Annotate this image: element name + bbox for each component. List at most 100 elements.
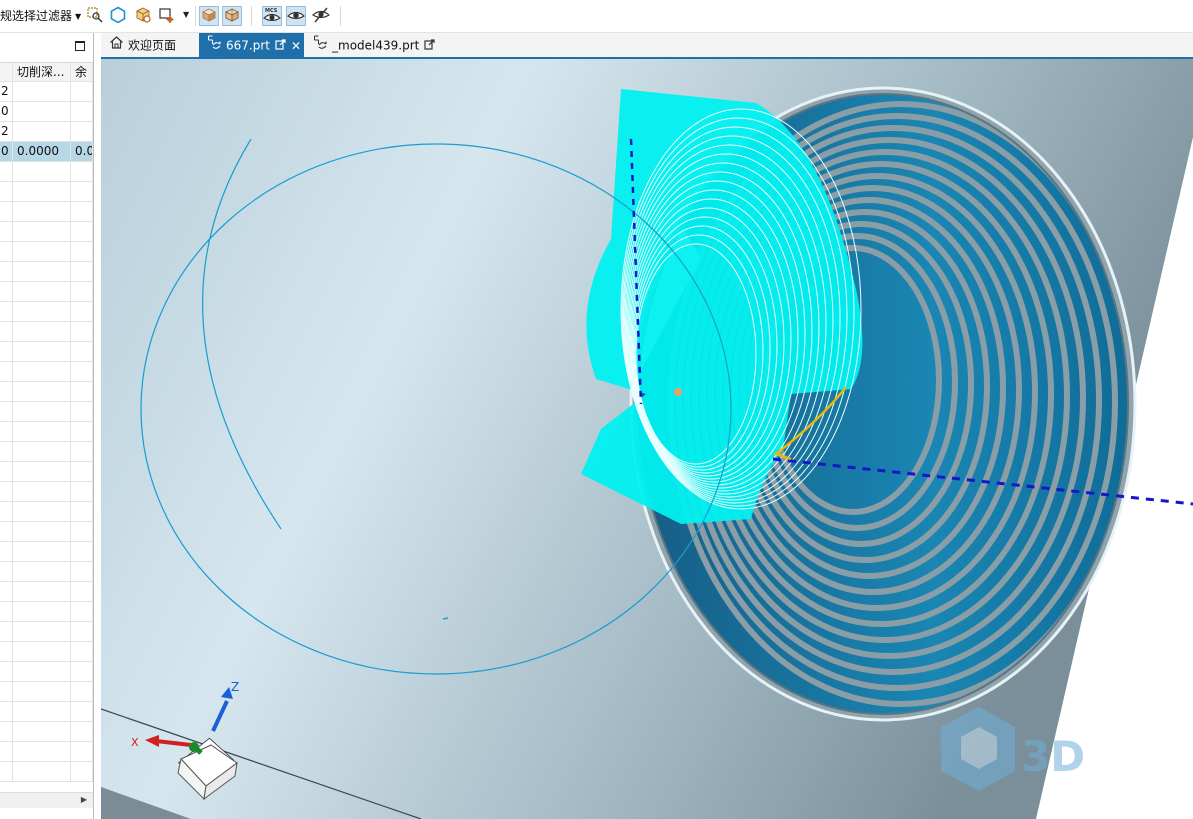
table-cell: 0.0 bbox=[71, 142, 93, 161]
table-row-empty bbox=[0, 302, 93, 322]
maximize-icon[interactable] bbox=[75, 41, 85, 51]
table-row-empty bbox=[0, 602, 93, 622]
table-cell bbox=[13, 342, 71, 361]
table-cell bbox=[0, 382, 13, 401]
face-hexagon-icon bbox=[109, 6, 127, 27]
table-cell bbox=[71, 422, 93, 441]
table-cell bbox=[71, 82, 93, 101]
table-row[interactable]: 2 bbox=[0, 82, 93, 102]
table-cell bbox=[0, 582, 13, 601]
table-cell bbox=[0, 342, 13, 361]
table-cell bbox=[0, 742, 13, 761]
table-cell bbox=[0, 262, 13, 281]
scroll-right-icon[interactable]: ▶ bbox=[81, 795, 87, 804]
table-row-empty bbox=[0, 762, 93, 782]
table-cell bbox=[13, 422, 71, 441]
svg-text:MCS: MCS bbox=[265, 8, 278, 14]
table-cell bbox=[0, 222, 13, 241]
tab-model439-prt[interactable]: _model439.prt bbox=[305, 33, 445, 57]
table-row-empty bbox=[0, 702, 93, 722]
axis-label-x: X bbox=[131, 736, 139, 749]
table-cell bbox=[0, 182, 13, 201]
table-row[interactable]: 0 bbox=[0, 102, 93, 122]
toolbar-separator bbox=[195, 6, 196, 26]
chevron-down-icon[interactable]: ▼ bbox=[183, 10, 189, 19]
table-cell bbox=[71, 262, 93, 281]
wireframe-view-icon bbox=[224, 7, 240, 26]
mcs-view-button[interactable]: MCS bbox=[262, 6, 282, 26]
tab-667-prt[interactable]: 667.prt ✕ bbox=[199, 33, 304, 57]
table-row-empty bbox=[0, 642, 93, 662]
table-row-empty bbox=[0, 522, 93, 542]
toolbar-separator bbox=[340, 6, 341, 26]
table-row-empty bbox=[0, 262, 93, 282]
table-cell bbox=[13, 402, 71, 421]
table-row-empty bbox=[0, 162, 93, 182]
table-cell bbox=[0, 362, 13, 381]
table-row-empty bbox=[0, 722, 93, 742]
table-cell bbox=[13, 202, 71, 221]
table-cell bbox=[0, 642, 13, 661]
table-cell bbox=[13, 82, 71, 101]
table-row-empty bbox=[0, 182, 93, 202]
table-cell bbox=[71, 662, 93, 681]
table-cell bbox=[0, 542, 13, 561]
table-row-empty bbox=[0, 282, 93, 302]
table-row-selected[interactable]: 0 0.0000 0.0 bbox=[0, 142, 93, 162]
table-cell bbox=[13, 562, 71, 581]
table-cell bbox=[71, 302, 93, 321]
table-cell bbox=[71, 242, 93, 261]
column-header-stock[interactable]: 余 bbox=[71, 63, 93, 82]
table-cell bbox=[13, 222, 71, 241]
table-cell bbox=[13, 722, 71, 741]
table-cell bbox=[13, 742, 71, 761]
table-cell bbox=[71, 222, 93, 241]
table-row-empty bbox=[0, 462, 93, 482]
column-header-cut-depth[interactable]: 切削深... bbox=[13, 63, 71, 82]
solid-body-button[interactable] bbox=[133, 6, 153, 26]
solid-body-icon bbox=[134, 6, 152, 27]
table-cell bbox=[13, 122, 71, 141]
table-row-empty bbox=[0, 482, 93, 502]
table-cell bbox=[13, 242, 71, 261]
table-cell bbox=[0, 682, 13, 701]
point-snap-button[interactable] bbox=[157, 6, 177, 26]
column-header[interactable] bbox=[0, 63, 13, 82]
tab-welcome-page[interactable]: 欢迎页面 bbox=[101, 33, 198, 57]
table-cell bbox=[13, 602, 71, 621]
table-cell bbox=[71, 522, 93, 541]
table-cell bbox=[13, 382, 71, 401]
tool-origin-point bbox=[674, 388, 682, 396]
hide-button[interactable] bbox=[311, 6, 331, 26]
table-cell bbox=[0, 242, 13, 261]
model-canvas[interactable]: Z X 3D bbox=[101, 59, 1193, 819]
external-window-icon[interactable] bbox=[424, 34, 435, 58]
table-cell: 0.0000 bbox=[13, 142, 71, 161]
shaded-view-button[interactable] bbox=[199, 6, 219, 26]
table-cell bbox=[71, 442, 93, 461]
table-row-empty bbox=[0, 222, 93, 242]
panel-header bbox=[0, 33, 93, 60]
table-cell bbox=[71, 682, 93, 701]
external-window-icon[interactable] bbox=[275, 34, 286, 58]
show-hide-button[interactable] bbox=[286, 6, 306, 26]
face-select-button[interactable] bbox=[108, 6, 128, 26]
table-cell bbox=[13, 162, 71, 181]
table-row[interactable]: 2 bbox=[0, 122, 93, 142]
selection-filter-button[interactable] bbox=[85, 6, 105, 26]
graphics-viewport[interactable]: Z X 3D bbox=[101, 57, 1193, 819]
table-cell bbox=[0, 562, 13, 581]
table-cell bbox=[71, 562, 93, 581]
horizontal-scrollbar[interactable]: ▶ bbox=[0, 792, 93, 808]
table-cell bbox=[13, 262, 71, 281]
wireframe-view-button[interactable] bbox=[222, 6, 242, 26]
table-cell bbox=[71, 382, 93, 401]
table-cell bbox=[71, 322, 93, 341]
close-icon[interactable]: ✕ bbox=[291, 34, 301, 58]
table-cell bbox=[71, 202, 93, 221]
table-cell bbox=[0, 722, 13, 741]
table-row-empty bbox=[0, 322, 93, 342]
type-filter-dropdown[interactable]: 规选择过滤器 ▼ bbox=[0, 7, 81, 25]
table-row-empty bbox=[0, 362, 93, 382]
table-row-empty bbox=[0, 742, 93, 762]
